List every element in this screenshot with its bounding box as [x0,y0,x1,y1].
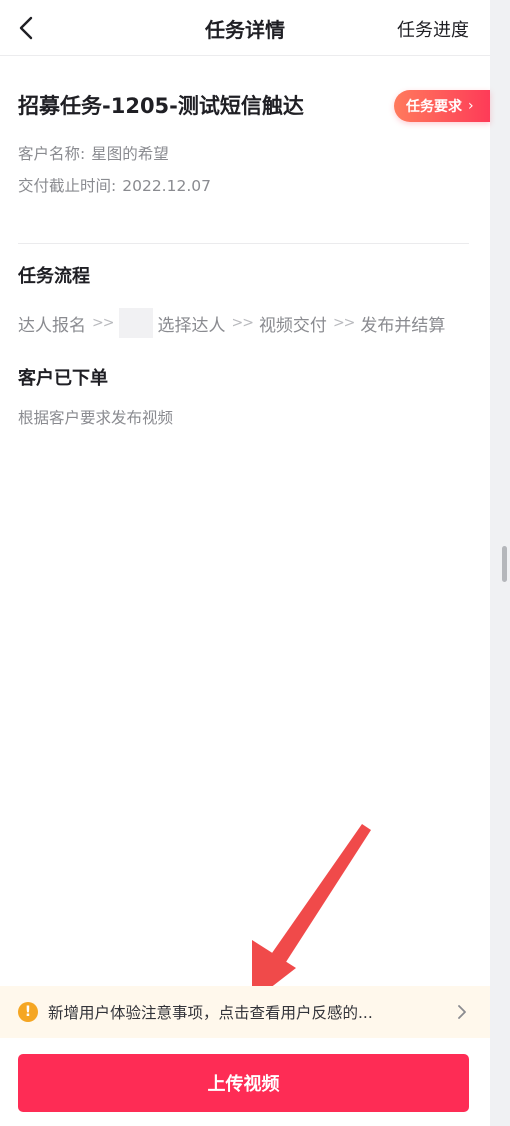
notice-text: 新增用户体验注意事项，点击查看用户反感的... [48,1004,373,1022]
flow-separator: >> [332,315,355,331]
flow-separator: >> [231,315,253,331]
deadline-value: 2022.12.07 [122,177,211,195]
deadline-row: 交付截止时间: 2022.12.07 [18,174,211,196]
flow-step-signup: 达人报名 [18,315,86,336]
task-title: 招募任务-1205-测试短信触达 [18,94,304,118]
task-flow-title: 任务流程 [18,266,90,287]
chevron-right-icon [458,1005,466,1019]
section-divider [18,243,469,244]
order-status-description: 根据客户要求发布视频 [18,409,174,427]
order-status-title: 客户已下单 [18,368,108,389]
chevron-right-icon: › [468,98,474,114]
flow-step-deliver: 视频交付 [258,315,327,336]
customer-name-value: 星图的希望 [91,145,169,163]
task-requirements-button[interactable]: 任务要求 › [394,90,490,122]
task-detail-page: 任务详情 任务进度 招募任务-1205-测试短信触达 任务要求 › 客户名称: 星… [0,0,510,1126]
task-requirements-label: 任务要求 [406,99,462,115]
upload-video-button[interactable]: 上传视频 [18,1054,469,1112]
flow-step-select: 选择达人 [157,315,226,336]
flow-separator: >> [92,315,114,331]
annotation-arrow-icon [252,824,371,1002]
scrollbar-track[interactable] [490,0,510,1126]
task-progress-link[interactable]: 任务进度 [397,16,469,42]
notice-bar[interactable]: ! 新增用户体验注意事项，点击查看用户反感的... [0,986,490,1038]
scrollbar-handle[interactable] [502,546,507,582]
warning-icon: ! [18,1002,38,1022]
flow-placeholder [119,308,154,338]
flow-step-publish: 发布并结算 [360,315,446,336]
task-flow-steps: 达人报名 >> 选择达人 >> 视频交付 >> 发布并结算 [18,308,445,338]
deadline-label: 交付截止时间: [18,177,117,195]
nav-header: 任务详情 任务进度 [0,0,490,56]
customer-name-label: 客户名称: [18,145,86,163]
customer-name-row: 客户名称: 星图的希望 [18,142,169,164]
